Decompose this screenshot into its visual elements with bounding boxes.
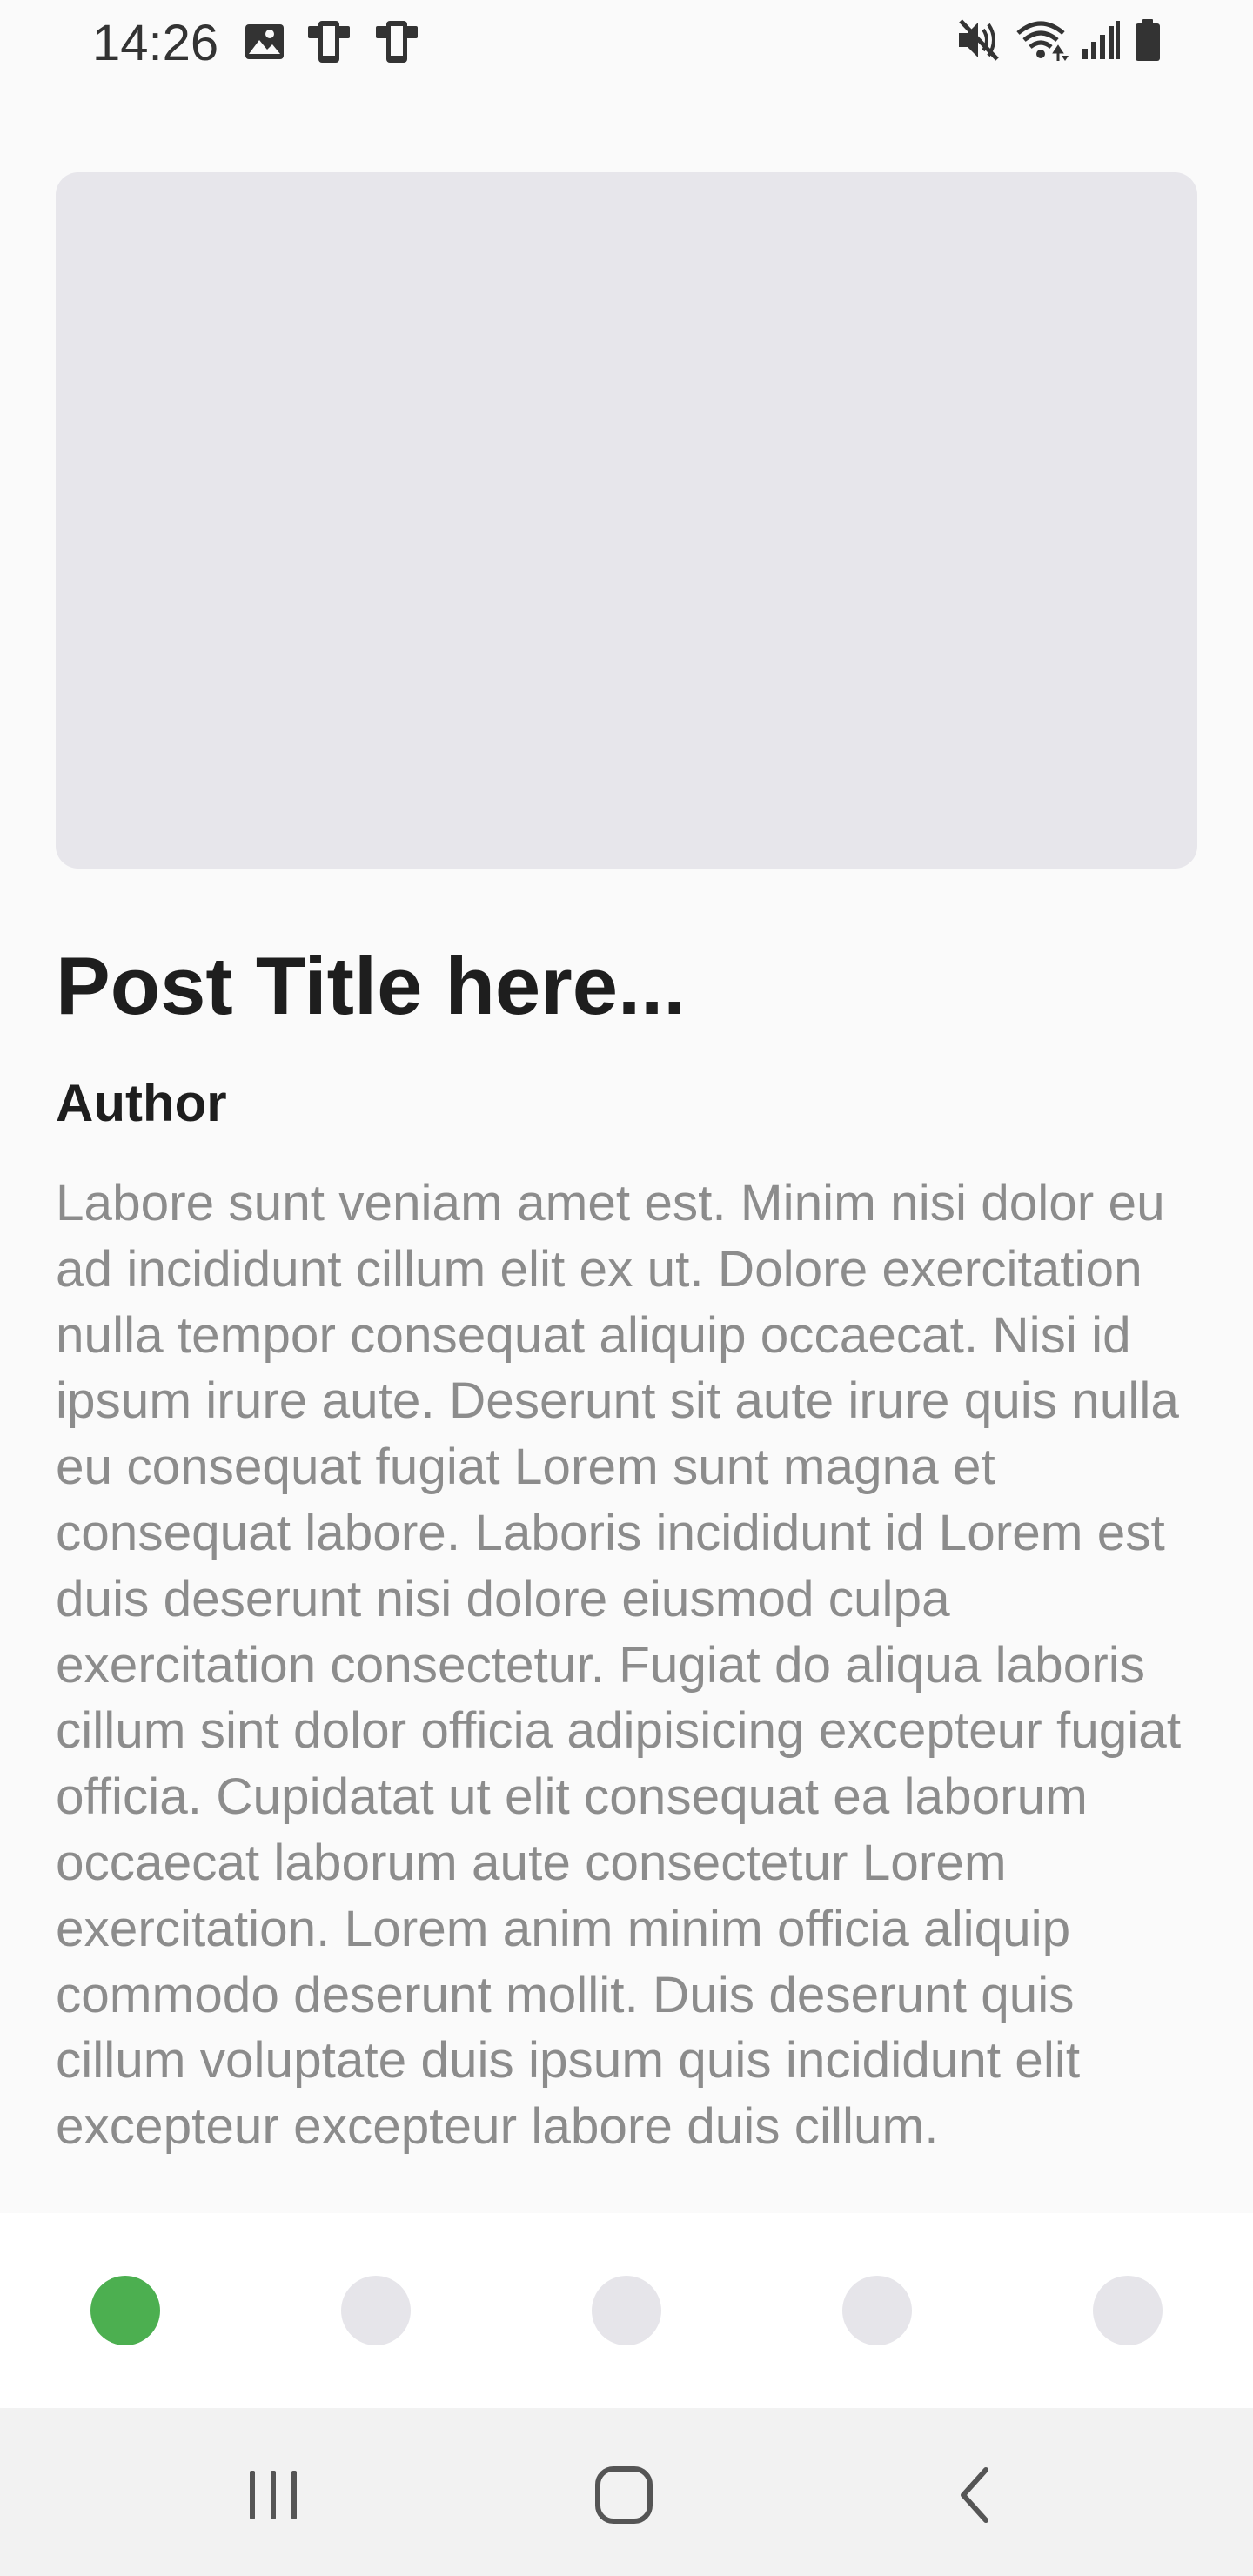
signal-icon: [1081, 19, 1121, 61]
status-bar: 14:26: [0, 0, 1253, 87]
post-image-placeholder: [56, 172, 1197, 869]
status-right-icons: [955, 17, 1163, 63]
pager-dot-1[interactable]: [90, 2276, 160, 2345]
recent-apps-icon: [243, 2469, 304, 2521]
pager-indicator: [0, 2213, 1253, 2408]
pager-dot-4[interactable]: [842, 2276, 912, 2345]
recent-apps-button[interactable]: [221, 2443, 325, 2547]
post-body: Labore sunt veniam amet est. Minim nisi …: [56, 1175, 1182, 2156]
screen: 14:26 Post Title here... Author Labore s…: [0, 0, 1253, 2576]
image-icon: [244, 23, 285, 61]
post-title: Post Title here...: [56, 940, 687, 1031]
back-icon: [953, 2465, 996, 2526]
wifi-icon: [1015, 17, 1069, 63]
battery-icon: [1133, 17, 1163, 63]
device-icon: [372, 19, 421, 64]
status-time: 14:26: [92, 15, 219, 71]
pager-dot-2[interactable]: [341, 2276, 411, 2345]
back-button[interactable]: [922, 2443, 1027, 2547]
post-author: Author: [56, 1074, 227, 1132]
system-nav-bar: [0, 2408, 1253, 2576]
status-left-icons: [244, 19, 421, 64]
mute-icon: [955, 17, 1002, 63]
pager-dot-5[interactable]: [1093, 2276, 1163, 2345]
pager-dot-3[interactable]: [592, 2276, 661, 2345]
device-icon: [305, 19, 353, 64]
home-icon: [593, 2465, 654, 2526]
home-button[interactable]: [572, 2443, 676, 2547]
post-body-container[interactable]: Labore sunt veniam amet est. Minim nisi …: [56, 1171, 1201, 2213]
